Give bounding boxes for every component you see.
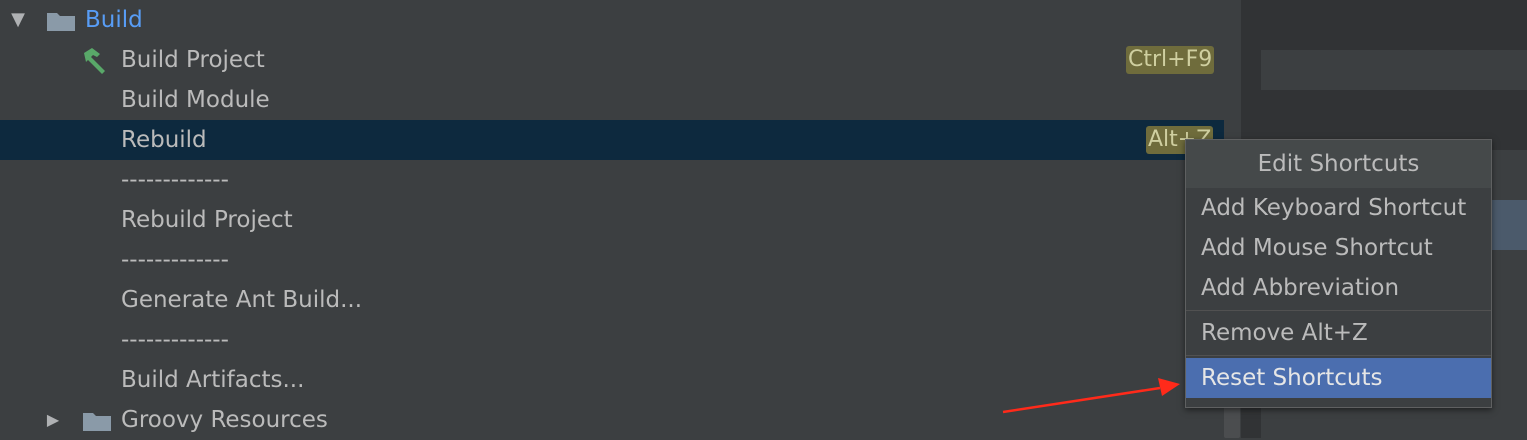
tree-label: -------------	[121, 327, 229, 353]
tree-label: Build Module	[121, 87, 270, 113]
menu-title: Edit Shortcuts	[1186, 140, 1491, 188]
tree-label: Rebuild	[121, 127, 207, 153]
keymap-tree: ▼ Build Build Project Ctrl+F9 Build Modu…	[0, 0, 1241, 438]
hammer-icon	[84, 48, 105, 74]
folder-icon	[83, 413, 111, 431]
remove-shortcut-item[interactable]: Remove Alt+Z	[1186, 313, 1491, 353]
edit-shortcuts-menu: Edit Shortcuts Add Keyboard Shortcut Add…	[1185, 139, 1492, 408]
tree-label: Generate Ant Build...	[121, 287, 363, 313]
add-keyboard-shortcut-item[interactable]: Add Keyboard Shortcut	[1186, 188, 1491, 228]
add-mouse-shortcut-item[interactable]: Add Mouse Shortcut	[1186, 228, 1491, 268]
menu-separator	[1186, 355, 1491, 356]
tree-row-rebuild[interactable]: Rebuild Alt+Z	[0, 120, 1241, 160]
add-abbreviation-item[interactable]: Add Abbreviation	[1186, 268, 1491, 308]
collapse-arrow-icon[interactable]: ▶	[43, 400, 63, 440]
tree-row-separator[interactable]: -------------	[0, 320, 1241, 360]
tree-label: Build Artifacts...	[121, 367, 305, 393]
tree-row-build-module[interactable]: Build Module	[0, 80, 1241, 120]
tree-row-rebuild-project[interactable]: Rebuild Project	[0, 200, 1241, 240]
right-panel-band	[1261, 0, 1527, 50]
tree-row-build[interactable]: ▼ Build	[0, 0, 1241, 40]
tree-row-build-project[interactable]: Build Project Ctrl+F9	[0, 40, 1241, 80]
tree-row-separator[interactable]: -------------	[0, 240, 1241, 280]
reset-shortcuts-item[interactable]: Reset Shortcuts	[1186, 358, 1491, 398]
expand-arrow-icon[interactable]: ▼	[8, 0, 28, 40]
tree-label-groovy: Groovy Resources	[121, 407, 328, 433]
tree-label: Build Project	[121, 47, 265, 73]
tree-label: -------------	[121, 247, 229, 273]
tree-label: -------------	[121, 167, 229, 193]
tree-row-separator[interactable]: -------------	[0, 160, 1241, 200]
menu-separator	[1186, 310, 1491, 311]
tree-row-groovy-resources[interactable]: ▶ Groovy Resources	[0, 400, 1241, 440]
shortcut-badge: Ctrl+F9	[1126, 46, 1215, 74]
tree-label: Rebuild Project	[121, 207, 293, 233]
folder-icon	[47, 13, 75, 31]
right-panel-band	[1261, 50, 1527, 90]
tree-row-generate-ant-build[interactable]: Generate Ant Build...	[0, 280, 1241, 320]
tree-label-build: Build	[85, 7, 143, 33]
tree-row-build-artifacts[interactable]: Build Artifacts...	[0, 360, 1241, 400]
